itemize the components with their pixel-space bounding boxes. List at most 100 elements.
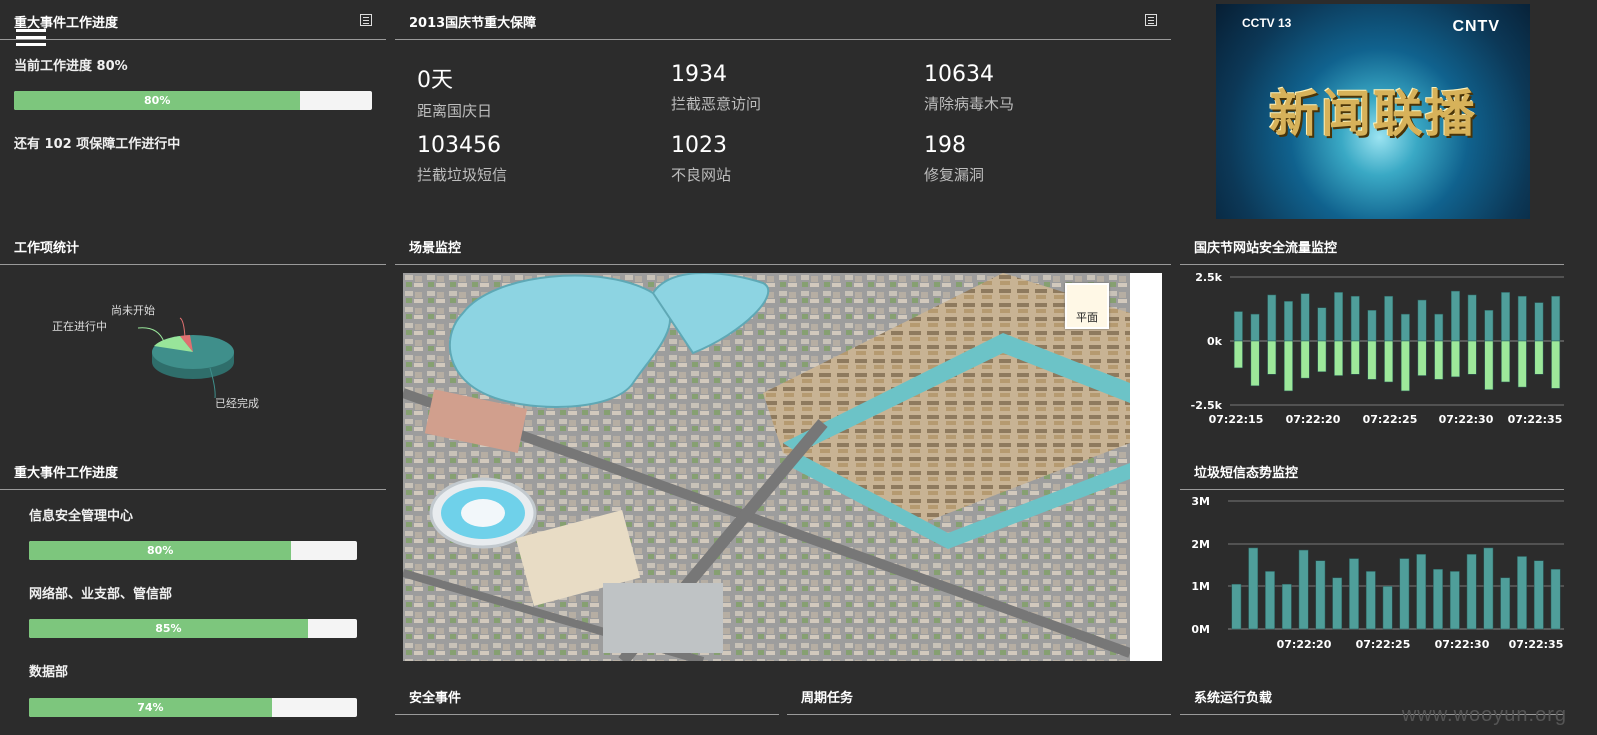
traffic-bar-positive (1284, 301, 1293, 342)
progress-fill: 80% (29, 541, 292, 560)
traffic-bar-positive (1467, 294, 1477, 342)
spam-bar-chart: 3M 2M 1M 0M 07:22:20 07:22:25 07:22:30 0… (1191, 495, 1564, 651)
stat-number: 0天 (417, 68, 453, 93)
traffic-bar-positive (1534, 302, 1544, 342)
traffic-bar-positive (1300, 293, 1310, 342)
current-progress-label: 当前工作进度 80% (14, 59, 128, 74)
traffic-bar-positive (1350, 295, 1360, 342)
pie-label-not-started: 尚未开始 (111, 303, 155, 317)
traffic-bar-negative (1467, 340, 1477, 375)
x-tick-label: 07:22:35 (1508, 413, 1563, 426)
traffic-bar-negative (1300, 340, 1310, 379)
list-icon[interactable] (360, 14, 372, 26)
spam-bar (1349, 558, 1359, 630)
panel-title-text: 2013国庆节重大保障 (409, 16, 537, 31)
list-icon[interactable] (1145, 14, 1157, 26)
map-plane-view-label: 平面 (1076, 311, 1098, 324)
spam-bar (1281, 583, 1292, 630)
panel-title-major-progress: 重大事件工作进度 (0, 12, 386, 40)
stat-spam: 103456 拦截垃圾短信 (417, 133, 507, 185)
x-tick-label: 07:22:25 (1356, 638, 1411, 651)
scene-map[interactable]: 平面 (403, 273, 1130, 661)
spam-bar (1433, 569, 1443, 630)
spam-bar (1500, 577, 1511, 630)
spam-bar (1399, 558, 1410, 630)
spam-bar (1231, 583, 1242, 630)
traffic-bar-negative (1384, 340, 1394, 383)
pie-leader-not-started (179, 317, 186, 339)
watermark: www.wooyun.org (1401, 704, 1567, 726)
spam-bar (1298, 549, 1309, 630)
panel-title-text: 垃圾短信态势监控 (1194, 466, 1299, 481)
map-graphic (403, 273, 1130, 661)
stat-label: 修复漏洞 (924, 166, 985, 184)
traffic-bar-negative (1551, 340, 1561, 389)
stat-label: 清除病毒木马 (924, 95, 1015, 113)
traffic-bar-positive (1451, 290, 1460, 342)
traffic-bar-negative (1233, 340, 1243, 369)
spam-bar (1382, 586, 1393, 630)
traffic-bar-positive (1367, 310, 1377, 342)
y-tick-label: 3M (1191, 495, 1210, 508)
spam-bar (1332, 577, 1343, 630)
spam-bar (1466, 554, 1477, 630)
stat-label: 拦截恶意访问 (671, 95, 762, 113)
x-tick-label: 07:22:35 (1509, 638, 1564, 651)
traffic-bar-positive (1434, 313, 1444, 342)
panel-title-text: 重大事件工作进度 (14, 466, 119, 481)
pie-label-done: 已经完成 (215, 396, 259, 410)
panel-title-spam: 垃圾短信态势监控 (1180, 462, 1564, 490)
panel-title-periodic-tasks: 周期任务 (787, 687, 1171, 715)
traffic-bar-negative (1517, 340, 1527, 388)
traffic-bar-negative (1350, 340, 1360, 375)
dept-name: 网络部、业支部、管信部 (29, 587, 173, 602)
y-tick-label: 0M (1191, 623, 1210, 636)
news-video[interactable]: CCTV 13 CNTV 新闻联播 (1216, 4, 1530, 219)
spam-bar (1449, 571, 1460, 630)
stat-malicious: 1934 拦截恶意访问 (671, 62, 761, 114)
traffic-bar-negative (1367, 340, 1377, 380)
traffic-bar-positive (1417, 299, 1427, 342)
x-tick-label: 07:22:30 (1435, 638, 1490, 651)
dept-progress-bar: 74% (29, 698, 357, 717)
traffic-bar-negative (1267, 340, 1277, 375)
panel-title-text: 安全事件 (409, 691, 462, 706)
dept-progress-bar: 80% (29, 541, 357, 560)
map-plane-view-button[interactable]: 平面 (1065, 283, 1109, 329)
panel-title-work-stats: 工作项统计 (0, 237, 386, 265)
panel-title-text: 国庆节网站安全流量监控 (1194, 241, 1338, 256)
stat-label: 距离国庆日 (417, 102, 493, 120)
cntv-logo: CNTV (1452, 18, 1500, 35)
traffic-bar-positive (1384, 295, 1394, 342)
menu-icon[interactable] (16, 29, 46, 47)
current-progress-bar: 80% (14, 91, 372, 110)
traffic-bar-negative (1334, 340, 1343, 376)
traffic-bar-positive (1517, 295, 1527, 342)
traffic-bar-positive (1484, 310, 1494, 342)
progress-fill: 85% (29, 619, 308, 638)
panel-title-major-progress-2: 重大事件工作进度 (0, 462, 386, 490)
panel-title-holiday: 2013国庆节重大保障 (395, 12, 1171, 40)
traffic-bar-positive (1233, 311, 1243, 342)
spam-bar (1517, 556, 1527, 630)
traffic-bar-positive (1501, 292, 1510, 342)
spam-bar (1365, 571, 1376, 630)
stat-number: 103456 (417, 133, 501, 158)
news-title: 新闻联播 (1269, 84, 1477, 143)
traffic-bar-positive (1250, 313, 1260, 342)
x-tick-label: 07:22:25 (1363, 413, 1418, 426)
cctv-logo: CCTV 13 (1242, 16, 1292, 30)
dept-name: 信息安全管理中心 (29, 509, 134, 524)
traffic-bar-negative (1417, 340, 1427, 376)
spam-bar (1315, 560, 1326, 630)
panel-title-text: 场景监控 (409, 241, 462, 256)
traffic-bar-negative (1317, 340, 1327, 372)
y-tick-label: 2M (1191, 538, 1210, 551)
spam-bar (1533, 560, 1544, 630)
work-stats-pie-chart: 尚未开始 正在进行中 已经完成 (52, 303, 259, 410)
panel-title-security-events: 安全事件 (395, 687, 779, 715)
spam-bar (1265, 571, 1275, 630)
y-tick-label: 2.5k (1195, 271, 1222, 284)
panel-title-text: 系统运行负载 (1194, 691, 1273, 706)
x-tick-label: 07:22:15 (1209, 413, 1264, 426)
